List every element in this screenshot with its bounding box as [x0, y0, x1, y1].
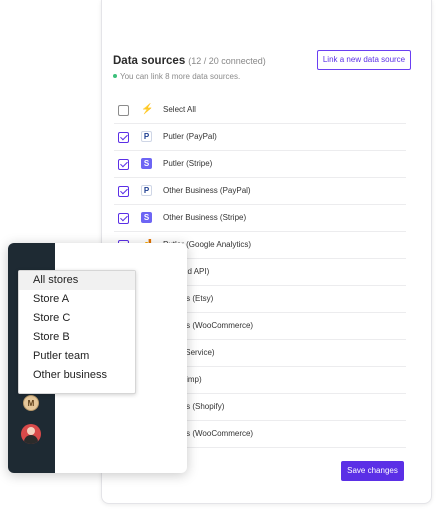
list-item-label: Other Business (PayPal) — [163, 186, 251, 195]
list-item[interactable]: P Putler (PayPal) — [114, 124, 406, 151]
checkbox[interactable] — [118, 105, 129, 116]
profile-avatar[interactable] — [21, 424, 41, 444]
stripe-icon: S — [141, 158, 152, 169]
plug-icon: ⚡ — [141, 104, 154, 115]
menu-item-store-a[interactable]: Store A — [19, 290, 135, 309]
data-sources-heading: Data sources (12 / 20 connected) — [113, 55, 266, 67]
menu-item-store-b[interactable]: Store B — [19, 328, 135, 347]
profile-head-icon — [27, 427, 35, 435]
list-item[interactable]: ⚡ Select All — [114, 97, 406, 124]
store-dropdown-menu: All stores Store A Store C Store B Putle… — [18, 270, 136, 394]
list-item-label: Select All — [163, 105, 196, 114]
checkbox[interactable] — [118, 159, 129, 170]
remaining-note: You can link 8 more data sources. — [113, 72, 240, 81]
link-data-source-button[interactable]: Link a new data source — [317, 50, 411, 70]
menu-item-store-c[interactable]: Store C — [19, 309, 135, 328]
list-item[interactable]: S Other Business (Stripe) — [114, 205, 406, 232]
list-item-label: Putler (Stripe) — [163, 159, 213, 168]
menu-item-putler-team[interactable]: Putler team — [19, 347, 135, 366]
connected-count: (12 / 20 connected) — [188, 56, 266, 66]
stripe-icon: S — [141, 212, 152, 223]
menu-item-all-stores[interactable]: All stores — [19, 271, 135, 290]
status-dot-icon — [113, 74, 117, 78]
checkbox[interactable] — [118, 186, 129, 197]
checkbox[interactable] — [118, 132, 129, 143]
avatar[interactable]: M — [23, 395, 39, 411]
list-item[interactable]: P Other Business (PayPal) — [114, 178, 406, 205]
save-changes-button[interactable]: Save changes — [341, 461, 404, 481]
menu-item-other-business[interactable]: Other business — [19, 366, 135, 385]
list-item-label: Other Business (Stripe) — [163, 213, 247, 222]
remaining-note-text: You can link 8 more data sources. — [120, 72, 241, 81]
data-sources-title: Data sources — [113, 55, 186, 67]
checkbox[interactable] — [118, 213, 129, 224]
paypal-icon: P — [141, 131, 152, 142]
list-item-label: Putler (PayPal) — [163, 132, 217, 141]
list-item[interactable]: S Putler (Stripe) — [114, 151, 406, 178]
paypal-icon: P — [141, 185, 152, 196]
profile-body-icon — [24, 435, 38, 444]
